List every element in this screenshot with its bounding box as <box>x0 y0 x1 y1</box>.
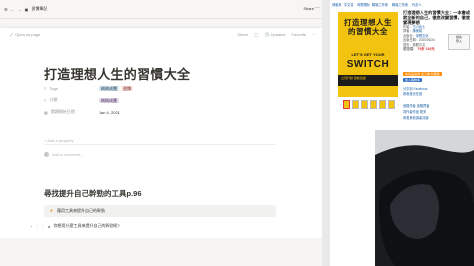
breadcrumb-item[interactable]: 中文書 <box>344 2 354 7</box>
callout-text: 藉用工具來提升自己的幹勁 <box>57 208 106 213</box>
share-button[interactable]: Share <box>237 32 248 37</box>
notion-background <box>0 238 322 266</box>
discount: 79折 <box>417 47 425 52</box>
same-author-link[interactable]: 同作者作品 更多 <box>403 110 426 114</box>
toggle-arrow-icon[interactable]: ▸ <box>48 224 50 229</box>
list-icon: ≡ <box>44 97 47 103</box>
breadcrumb-item[interactable]: 代言人 <box>412 2 422 7</box>
store-line: 看看其他讀者評論 <box>403 115 429 120</box>
favorite-button[interactable]: Favorite <box>292 32 306 37</box>
breadcrumb: ☰ ← → ▣ 習慣筆記 <box>4 6 47 12</box>
webcam-photo <box>375 130 474 266</box>
section-heading[interactable]: 尋找提升自己幹勁的工具p.96 <box>44 188 142 199</box>
store-line: 本商品適用 電子書 加價購 <box>403 72 442 76</box>
updates-label: Updates <box>270 32 286 37</box>
thumbnail[interactable] <box>388 100 396 109</box>
drag-handle-icon[interactable]: + ⋮⋮ <box>30 224 45 229</box>
reviews-link[interactable]: 看看其他讀者評論 <box>403 116 429 120</box>
open-as-page-label: Open as page <box>15 32 41 37</box>
list-icon: ≡ <box>44 85 47 91</box>
callout-block[interactable]: ● 藉用工具來提升自己的幹勁 <box>44 205 276 217</box>
property-name: 閱讀開始日期 <box>50 109 75 114</box>
follow-link[interactable]: 追蹤作者 追蹤譯者 <box>403 104 429 108</box>
cover-subtitle: LET'S GET YOUR <box>351 52 385 57</box>
bookstore-page: 博客來 中文書 商業理財 職場工作術 職場工作術 代言人 打造理想人生的習慣大全… <box>330 0 474 266</box>
divider <box>44 144 276 145</box>
property-tags[interactable]: ≡ Tags 刷刷成團 習慣 <box>44 84 133 92</box>
add-comment-field[interactable]: Add a comment... <box>44 152 83 157</box>
chevron-left-icon[interactable]: ‹ <box>340 102 341 107</box>
login-line: 登入 <box>455 39 462 43</box>
more-icon[interactable]: ⋯ <box>315 5 320 11</box>
tag[interactable]: 刷刷成團 <box>99 85 119 91</box>
chevron-right-icon[interactable]: › <box>397 102 398 107</box>
thumbnail[interactable] <box>370 100 378 109</box>
store-line: 追蹤作者 追蹤譯者 <box>403 103 429 108</box>
price-label: 優惠價： <box>403 47 417 52</box>
ebook-badge[interactable]: 本商品適用 電子書 加價購 <box>403 72 442 76</box>
cover-strip-text: 立刻行動 啟動改變 <box>341 76 366 80</box>
store-breadcrumb: 博客來 中文書 商業理財 職場工作術 職場工作術 代言人 <box>330 0 474 10</box>
thumbnail-strip: ‹ › <box>340 100 399 109</box>
readers-link[interactable]: 看看誰也在讀 <box>403 92 422 96</box>
page-title[interactable]: 打造理想人生的習慣大全 <box>44 64 190 83</box>
add-to-cart-button[interactable]: 加入購物車 <box>403 78 423 82</box>
price: 316元 <box>425 47 435 52</box>
modal-header: ⤢ Open as page Share ◯ 🕓 Updates Favorit… <box>0 28 322 42</box>
toggle-block[interactable]: + ⋮⋮ ▸ 你想用什麼工具來提升自己的幹勁呢? <box>30 223 120 229</box>
property-name: 分類 <box>49 97 58 102</box>
login-box[interactable]: 請先 登入 <box>448 34 470 50</box>
page-icon: ▣ <box>24 6 29 12</box>
page-modal: ⤢ Open as page Share ◯ 🕓 Updates Favorit… <box>0 28 322 238</box>
breadcrumb-item[interactable]: 博客來 <box>332 2 342 7</box>
thumbnail[interactable] <box>361 100 369 109</box>
breadcrumb-item[interactable]: 職場工作術 <box>392 2 408 7</box>
more-icon[interactable]: ⋯ <box>312 32 316 37</box>
back-icon[interactable]: ← <box>11 7 15 12</box>
thumbnail[interactable] <box>343 100 351 109</box>
cover-switch-text: SWITCH <box>346 59 390 70</box>
calendar-icon: ▦ <box>44 109 48 115</box>
open-as-page-button[interactable]: ⤢ Open as page <box>10 32 40 37</box>
add-property-button[interactable]: + Add a property <box>44 136 73 144</box>
cover-title: 打造理想人生的習慣大全 <box>344 18 392 36</box>
avatar <box>44 152 49 157</box>
window-separator <box>322 0 330 266</box>
thumbnail[interactable] <box>352 100 360 109</box>
add-comment-placeholder: Add a comment... <box>52 152 84 157</box>
breadcrumb-item[interactable]: 商業理財 <box>357 2 370 7</box>
breadcrumb-item[interactable]: 職場工作術 <box>372 2 388 7</box>
property-name: Tags <box>49 85 58 91</box>
info-value: 2020/06/24 <box>418 38 435 43</box>
updates-button[interactable]: 🕓 Updates <box>265 32 286 37</box>
tag[interactable]: 習慣 <box>121 85 133 91</box>
property-start-date[interactable]: ▦ 閱讀開始日期 Jan 4, 2021 <box>44 108 120 116</box>
notion-topbar: ☰ ← → ▣ 習慣筆記 Share ⋯ <box>0 0 322 19</box>
date-value: Jan 4, 2021 <box>99 109 120 115</box>
share-button[interactable]: Share <box>303 6 314 11</box>
translator-link[interactable]: 陳美瑛 <box>413 29 423 33</box>
expand-icon: ⤢ <box>10 32 14 37</box>
store-line: 同作者作品 更多 <box>403 109 426 114</box>
forward-icon[interactable]: → <box>18 7 22 12</box>
toggle-text: 你想用什麼工具來提升自己的幹勁呢? <box>53 223 120 228</box>
menu-icon[interactable]: ☰ <box>4 7 8 12</box>
lightbulb-icon: ● <box>50 208 54 214</box>
breadcrumb-item[interactable]: 習慣筆記 <box>31 6 47 12</box>
book-cover[interactable]: 打造理想人生的習慣大全 LET'S GET YOUR SWITCH 立刻行動 啟… <box>338 12 398 97</box>
property-category[interactable]: ≡ 分類 刷刷成團 <box>44 96 119 104</box>
store-line: 看看誰也在讀 <box>403 91 422 96</box>
comment-icon[interactable]: ◯ <box>254 32 258 37</box>
info-label: 出版日期： <box>403 38 419 43</box>
notion-app: ☰ ← → ▣ 習慣筆記 Share ⋯ ⤢ Open as page Shar… <box>0 0 322 266</box>
info-label: 譯者： <box>403 29 413 34</box>
thumbnail[interactable] <box>379 100 387 109</box>
store-line: 加入購物車 <box>403 78 423 82</box>
book-title: 打造理想人生的習慣大全：一本書成就全新的自己，徹底改變習慣，徹底實現夢想 <box>403 10 471 25</box>
tag[interactable]: 刷刷成團 <box>99 97 119 103</box>
